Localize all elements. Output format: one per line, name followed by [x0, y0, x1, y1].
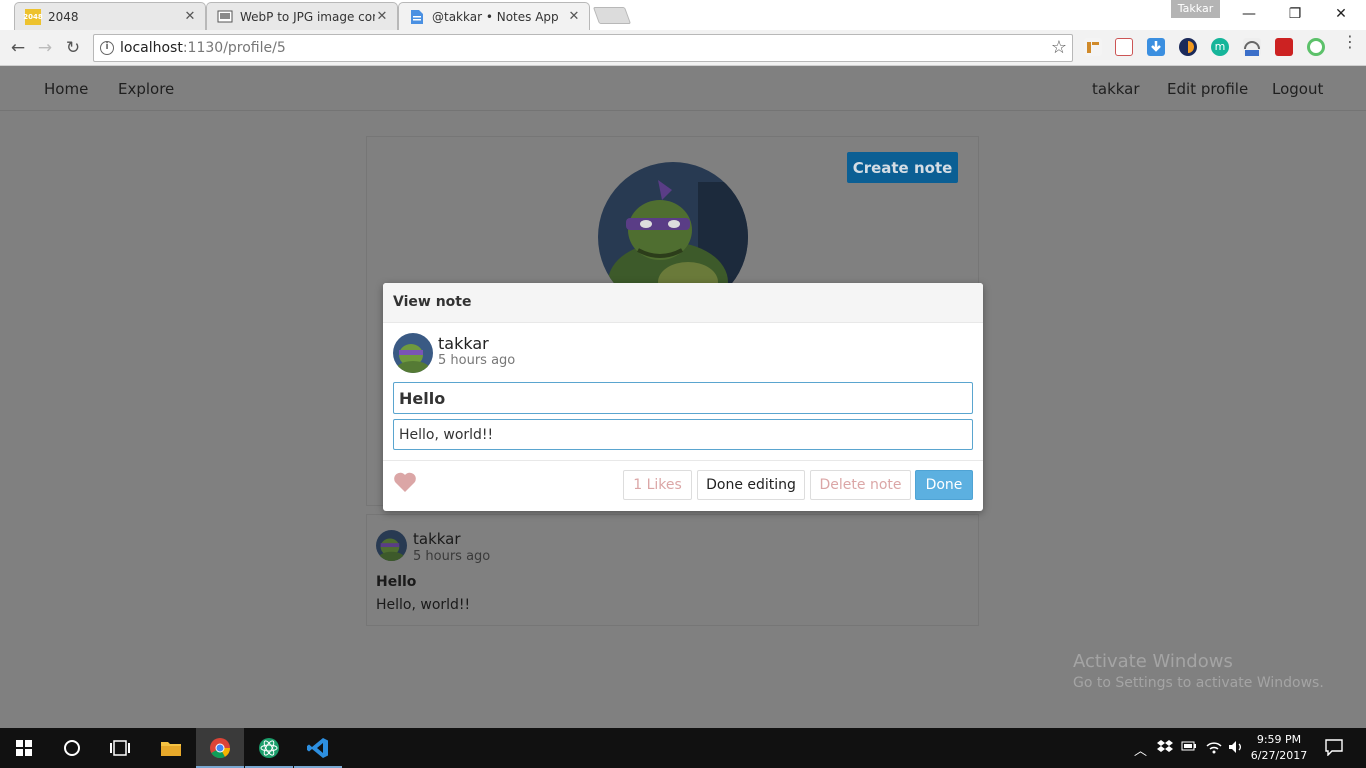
- note-body-input[interactable]: [393, 419, 973, 450]
- converter-icon: [217, 9, 233, 25]
- tab-title: 2048: [48, 9, 79, 24]
- activate-windows-watermark: Activate Windows Go to Settings to activ…: [1073, 651, 1324, 691]
- note-body: Hello, world!!: [376, 597, 471, 613]
- tab-webp-to-jpg[interactable]: WebP to JPG image conv ✕: [206, 2, 398, 30]
- chrome-taskbar-button[interactable]: [196, 728, 244, 768]
- speed-extension-icon[interactable]: [1243, 38, 1261, 56]
- download-extension-icon[interactable]: [1147, 38, 1165, 56]
- modal-footer: 1 Likes Done editing Delete note Done: [383, 460, 983, 511]
- done-button[interactable]: Done: [915, 470, 973, 500]
- modal-title: View note: [383, 283, 983, 323]
- atom-taskbar-button[interactable]: [245, 728, 293, 768]
- game-2048-icon: 2048: [23, 8, 43, 25]
- modal-timestamp: 5 hours ago: [438, 353, 516, 368]
- new-tab-button[interactable]: [592, 7, 632, 24]
- tab-title: WebP to JPG image conv: [240, 9, 375, 24]
- done-editing-button[interactable]: Done editing: [697, 470, 805, 500]
- vscode-icon: [307, 738, 328, 758]
- close-tab-icon[interactable]: ✕: [375, 9, 389, 24]
- wifi-icon[interactable]: [1206, 740, 1222, 758]
- extension-icon[interactable]: [1084, 38, 1102, 56]
- task-view-button[interactable]: [96, 728, 144, 768]
- note-author[interactable]: takkar: [413, 530, 461, 548]
- vscode-taskbar-button[interactable]: [294, 728, 342, 768]
- avatar: [393, 333, 433, 373]
- search-cortana-button[interactable]: [48, 728, 96, 768]
- like-heart-icon[interactable]: [393, 471, 417, 493]
- start-button[interactable]: [0, 728, 48, 768]
- close-window-button[interactable]: ✕: [1318, 0, 1364, 28]
- extension-icon[interactable]: m: [1211, 38, 1229, 56]
- create-note-button[interactable]: Create note: [847, 152, 958, 183]
- atom-icon: [259, 738, 279, 758]
- extension-icon[interactable]: [1275, 38, 1293, 56]
- watermark-title: Activate Windows: [1073, 651, 1233, 672]
- nav-logout[interactable]: Logout: [1272, 80, 1323, 98]
- extension-icon[interactable]: [1179, 38, 1197, 56]
- browser-toolbar: ← → ↻ i localhost:1130/profile/5 ☆ m ⋮: [0, 30, 1366, 66]
- back-arrow-icon[interactable]: ←: [7, 37, 29, 59]
- cortana-circle-icon: [64, 740, 80, 756]
- reload-icon[interactable]: ↻: [62, 37, 84, 59]
- action-center-icon[interactable]: [1325, 738, 1343, 760]
- url-text[interactable]: localhost:1130/profile/5: [120, 40, 286, 56]
- document-icon: [409, 9, 425, 25]
- delete-note-button[interactable]: Delete note: [810, 470, 911, 500]
- modal-author[interactable]: takkar: [438, 334, 489, 353]
- close-tab-icon[interactable]: ✕: [183, 9, 197, 24]
- folder-icon: [161, 742, 181, 756]
- show-hidden-icons-chevron-icon[interactable]: ︿: [1134, 740, 1147, 759]
- app-navbar: Home Explore takkar Edit profile Logout: [0, 66, 1366, 111]
- close-tab-icon[interactable]: ✕: [567, 10, 581, 24]
- watermark-subtitle: Go to Settings to activate Windows.: [1073, 675, 1324, 691]
- nav-explore[interactable]: Explore: [118, 80, 174, 98]
- note-title-input[interactable]: [393, 382, 973, 414]
- nav-edit-profile[interactable]: Edit profile: [1167, 80, 1248, 98]
- tab-title: @takkar • Notes App: [432, 10, 559, 24]
- avatar: [376, 530, 407, 561]
- browser-menu-icon[interactable]: ⋮: [1342, 34, 1358, 50]
- nav-home[interactable]: Home: [44, 80, 88, 98]
- nav-user[interactable]: takkar: [1092, 80, 1140, 98]
- note-timestamp: 5 hours ago: [413, 549, 491, 564]
- note-title: Hello: [376, 574, 417, 590]
- clock-time: 9:59 PM: [1256, 733, 1302, 746]
- maximize-button[interactable]: ❐: [1272, 0, 1318, 28]
- minimize-button[interactable]: —: [1226, 0, 1272, 28]
- note-card[interactable]: takkar 5 hours ago Hello Hello, world!!: [366, 514, 979, 626]
- taskbar-clock[interactable]: 9:59 PM 6/27/2017: [1240, 732, 1318, 764]
- battery-icon[interactable]: [1181, 740, 1197, 756]
- extension-icon[interactable]: [1307, 38, 1325, 56]
- view-note-modal: View note takkar 5 hours ago 1 Likes Don…: [383, 283, 983, 511]
- likes-count-button[interactable]: 1 Likes: [623, 470, 692, 500]
- bookmark-star-icon[interactable]: ☆: [1051, 37, 1067, 58]
- extension-icon[interactable]: [1115, 38, 1133, 56]
- browser-tabstrip: 2048 2048 ✕ WebP to JPG image conv ✕ @ta…: [0, 0, 1366, 31]
- task-view-icon: [110, 740, 130, 756]
- site-info-icon[interactable]: i: [100, 41, 114, 55]
- browser-profile-chip[interactable]: Takkar: [1171, 0, 1220, 18]
- windows-taskbar: ︿ 9:59 PM 6/27/2017: [0, 728, 1366, 768]
- clock-date: 6/27/2017: [1250, 749, 1308, 762]
- tab-notes-app[interactable]: @takkar • Notes App ✕: [398, 2, 590, 31]
- tab-2048[interactable]: 2048 2048 ✕: [14, 2, 206, 30]
- forward-arrow-icon[interactable]: →: [34, 37, 56, 59]
- windows-logo-icon: [16, 740, 32, 756]
- address-bar[interactable]: i localhost:1130/profile/5 ☆: [93, 34, 1073, 62]
- chrome-icon: [210, 738, 231, 759]
- dropbox-tray-icon[interactable]: [1157, 740, 1173, 758]
- file-explorer-button[interactable]: [147, 728, 195, 768]
